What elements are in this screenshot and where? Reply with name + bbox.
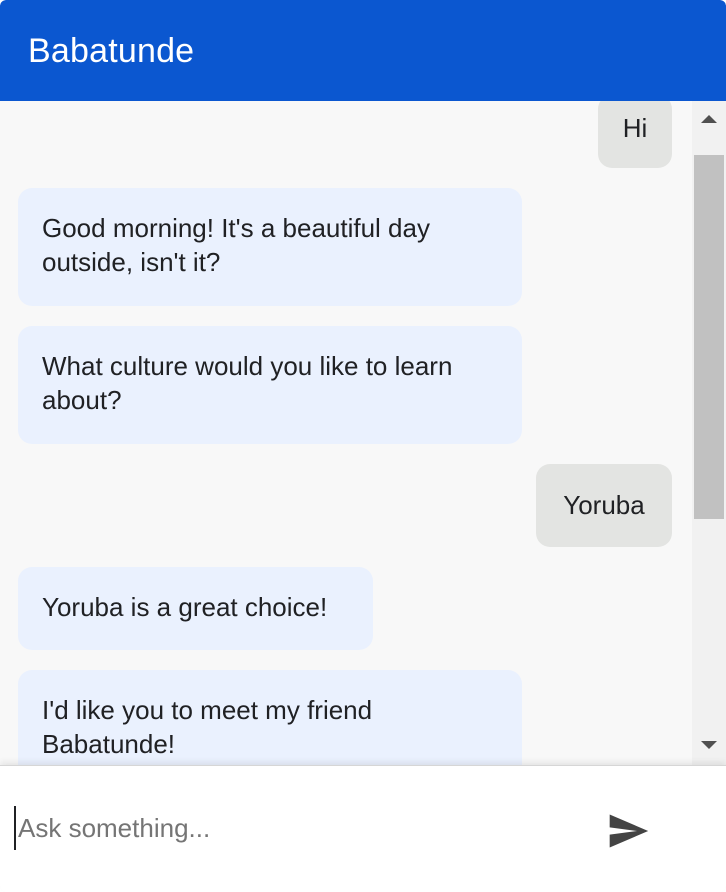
bot-message: I'd like you to meet my friend Babatunde…	[18, 670, 522, 765]
message-scrollbar[interactable]	[692, 101, 726, 765]
message-list[interactable]: Hi Good morning! It's a beautiful day ou…	[0, 101, 692, 765]
bot-message: Yoruba is a great choice!	[18, 567, 373, 650]
arrow-down-icon[interactable]	[692, 725, 726, 765]
bot-message: What culture would you like to learn abo…	[18, 326, 522, 444]
bot-message: Good morning! It's a beautiful day outsi…	[18, 188, 522, 306]
send-button[interactable]	[596, 806, 660, 858]
chat-widget: Babatunde Hi Good morning! It's a beauti…	[0, 0, 726, 892]
scrollbar-thumb[interactable]	[694, 155, 724, 519]
message-input[interactable]	[14, 806, 578, 850]
user-message: Yoruba	[536, 464, 672, 547]
chat-title: Babatunde	[28, 32, 195, 70]
input-bar	[0, 765, 726, 892]
arrow-up-icon[interactable]	[692, 101, 726, 141]
user-message: Hi	[598, 101, 672, 168]
chat-header: Babatunde	[0, 0, 726, 101]
send-icon	[609, 814, 649, 847]
